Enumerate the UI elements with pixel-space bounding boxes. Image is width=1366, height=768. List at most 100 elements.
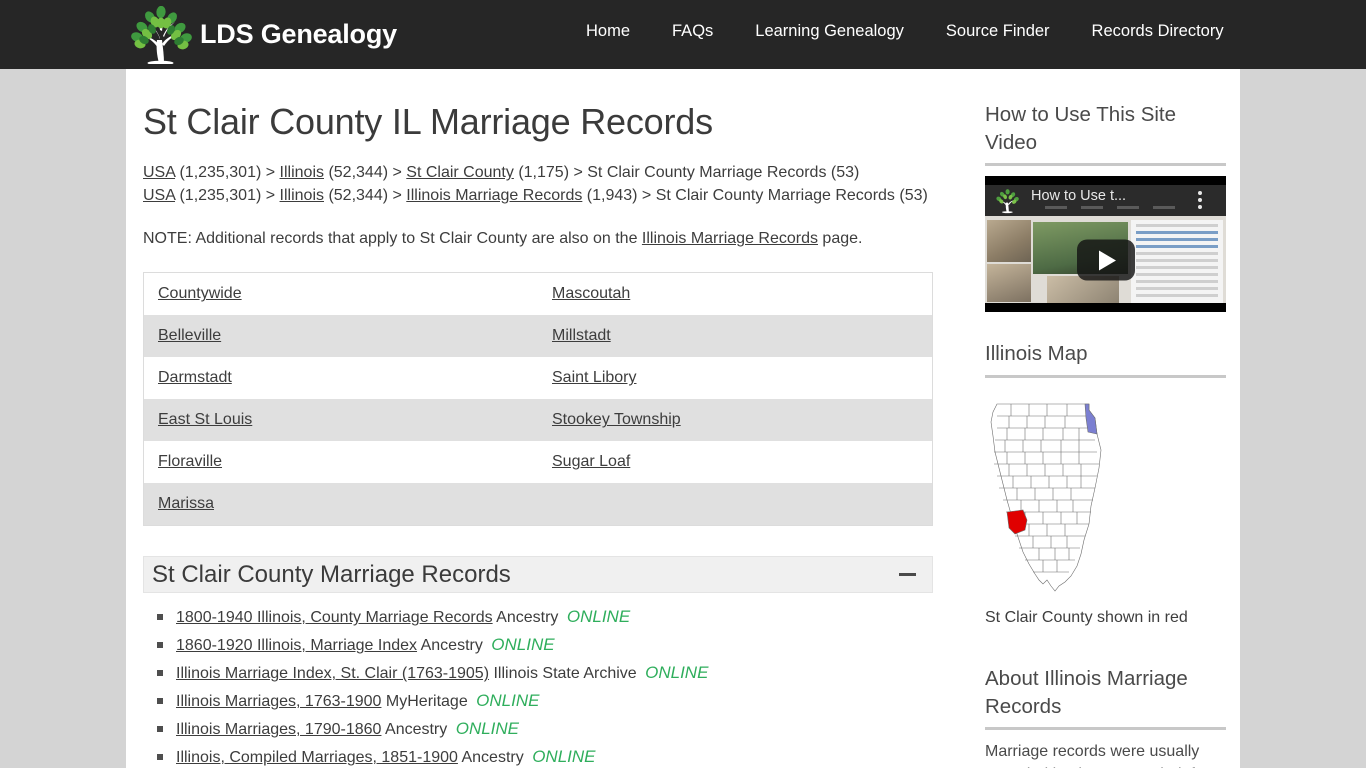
records-section-header[interactable]: St Clair County Marriage Records [143, 556, 933, 594]
list-item: Illinois Marriage Index, St. Clair (1763… [157, 659, 951, 687]
record-link[interactable]: Illinois, Compiled Marriages, 1851-1900 [176, 749, 458, 766]
nav-item-faqs[interactable]: FAQs [672, 22, 713, 41]
nav-item-source-finder[interactable]: Source Finder [946, 22, 1050, 41]
record-provider: Ancestry [461, 749, 524, 767]
record-link[interactable]: Illinois Marriages, 1763-1900 [176, 693, 381, 710]
table-cell: Mascoutah [538, 273, 933, 316]
table-cell: Belleville [144, 315, 539, 357]
record-link[interactable]: 1800-1940 Illinois, County Marriage Reco… [176, 609, 493, 626]
table-cell-empty [538, 483, 933, 526]
sidebar-heading-video: How to Use This Site Video [985, 103, 1177, 154]
thumb-photo [987, 220, 1031, 263]
table-cell: Sugar Loaf [538, 441, 933, 483]
breadcrumb: USA (1,235,301) > Illinois (52,344) > St… [143, 162, 951, 207]
place-link-marissa[interactable]: Marissa [158, 495, 214, 512]
divider [985, 163, 1226, 167]
main-content: St Clair County IL Marriage Records USA … [143, 101, 951, 768]
record-provider: Ancestry [385, 721, 448, 739]
thumb-text-panel [1131, 220, 1223, 304]
video-thumbnail: How to Use t... [985, 185, 1226, 304]
breadcrumb-link-illinois-marriage-records[interactable]: Illinois Marriage Records [406, 187, 582, 204]
place-link-belleville[interactable]: Belleville [158, 327, 221, 344]
status-badge: ONLINE [532, 747, 596, 767]
table-cell: Floraville [144, 441, 539, 483]
about-body-text: Marriage records were usually recorded b… [985, 743, 1222, 768]
video-thumb-menu-items [1045, 206, 1175, 210]
list-item: Illinois, Compiled Marriages, 1851-1900 … [157, 743, 951, 768]
table-row: Darmstadt Saint Libory [143, 357, 933, 400]
illinois-map-svg [990, 403, 1102, 592]
family-tree-icon [996, 189, 1019, 214]
breadcrumb-link-illinois[interactable]: Illinois [280, 164, 324, 181]
record-provider: Ancestry [420, 637, 483, 655]
list-item: 1860-1920 Illinois, Marriage Index Ances… [157, 631, 951, 659]
records-list: 1800-1940 Illinois, County Marriage Reco… [143, 603, 951, 768]
nav-item-learning-genealogy[interactable]: Learning Genealogy [755, 22, 904, 41]
breadcrumb-link-usa[interactable]: USA [143, 164, 175, 181]
breadcrumb-line-1: USA (1,235,301) > Illinois (52,344) > St… [143, 162, 951, 185]
brand-logo-link[interactable]: LDS Genealogy [126, 0, 397, 69]
breadcrumb-link-usa-2[interactable]: USA [143, 187, 175, 204]
site-header: LDS Genealogy Home FAQs Learning Genealo… [0, 0, 1366, 69]
place-link-stookey-township[interactable]: Stookey Township [552, 411, 681, 428]
record-link[interactable]: Illinois Marriage Index, St. Clair (1763… [176, 665, 489, 682]
note-suffix: page. [817, 230, 863, 248]
illinois-county-map [985, 388, 1226, 603]
breadcrumb-link-st-clair-county[interactable]: St Clair County [406, 164, 514, 181]
records-section-title: St Clair County Marriage Records [152, 560, 511, 588]
nav-item-records-directory[interactable]: Records Directory [1092, 22, 1224, 41]
list-item: Illinois Marriages, 1790-1860 Ancestry O… [157, 715, 951, 743]
status-badge: ONLINE [455, 719, 520, 739]
table-row: Belleville Millstadt [143, 315, 933, 358]
table-row: Floraville Sugar Loaf [143, 441, 933, 484]
place-link-mascoutah[interactable]: Mascoutah [552, 285, 630, 302]
status-badge: ONLINE [645, 663, 709, 683]
breadcrumb-line-2: USA (1,235,301) > Illinois (52,344) > Il… [143, 185, 951, 208]
video-thumb-navbar: How to Use t... [985, 185, 1226, 217]
family-tree-icon [131, 5, 192, 64]
place-link-darmstadt[interactable]: Darmstadt [158, 369, 232, 386]
place-link-sugar-loaf[interactable]: Sugar Loaf [552, 453, 630, 470]
thumb-photo [987, 264, 1031, 303]
note-prefix: NOTE: Additional records that apply to S… [143, 230, 642, 248]
record-provider: Ancestry [496, 609, 559, 627]
table-cell: Darmstadt [144, 357, 539, 399]
nav-item-home[interactable]: Home [586, 22, 630, 41]
video-overlay-title: How to Use t... [1031, 188, 1127, 205]
note-link-illinois-marriage-records[interactable]: Illinois Marriage Records [642, 230, 818, 247]
table-cell: Countywide [144, 273, 539, 316]
place-link-east-st-louis[interactable]: East St Louis [158, 411, 252, 428]
table-cell: East St Louis [144, 399, 539, 441]
sidebar: How to Use This Site Video How to Use t.… [985, 101, 1226, 768]
breadcrumb-text: (52,344) > [324, 164, 407, 182]
record-provider: MyHeritage [385, 693, 468, 711]
place-link-countywide[interactable]: Countywide [158, 285, 242, 302]
record-provider: Illinois State Archive [493, 665, 637, 683]
minus-icon[interactable] [899, 573, 916, 577]
breadcrumb-text: (1,235,301) > [175, 164, 280, 182]
place-link-floraville[interactable]: Floraville [158, 453, 222, 470]
table-row: Marissa [143, 483, 933, 526]
breadcrumb-link-illinois-2[interactable]: Illinois [280, 187, 324, 204]
record-link[interactable]: Illinois Marriages, 1790-1860 [176, 721, 381, 738]
sidebar-heading-map: Illinois Map [985, 342, 1088, 366]
table-row: Countywide Mascoutah [143, 272, 933, 316]
table-cell: Marissa [144, 483, 539, 526]
breadcrumb-current: (1,943) > St Clair County Marriage Recor… [582, 186, 928, 204]
places-table: Countywide Mascoutah Belleville Millstad… [143, 272, 933, 527]
place-link-saint-libory[interactable]: Saint Libory [552, 369, 637, 386]
play-button-icon[interactable] [1076, 239, 1135, 281]
brand-name: LDS Genealogy [200, 19, 397, 49]
table-cell: Stookey Township [538, 399, 933, 441]
table-cell: Saint Libory [538, 357, 933, 399]
sidebar-heading-about: About Illinois Marriage Records [985, 667, 1188, 718]
note-text: NOTE: Additional records that apply to S… [143, 228, 951, 250]
main-navigation: Home FAQs Learning Genealogy Source Find… [586, 22, 1224, 41]
place-link-millstadt[interactable]: Millstadt [552, 327, 611, 344]
how-to-video-player[interactable]: How to Use t... [985, 176, 1226, 313]
breadcrumb-text: (52,344) > [324, 186, 407, 204]
page-canvas: St Clair County IL Marriage Records USA … [126, 69, 1240, 768]
status-badge: ONLINE [491, 635, 555, 655]
record-link[interactable]: 1860-1920 Illinois, Marriage Index [176, 637, 417, 654]
kebab-menu-icon[interactable] [1198, 191, 1202, 212]
